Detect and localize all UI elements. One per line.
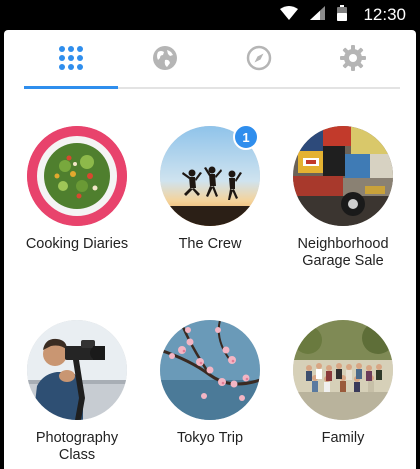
group-label: Photography Class bbox=[35, 430, 119, 463]
wifi-icon bbox=[280, 5, 299, 25]
group-label: Family bbox=[321, 430, 365, 446]
photographer-photo bbox=[27, 320, 127, 420]
group-photography-class[interactable]: Photography Class bbox=[12, 320, 142, 464]
status-time: 12:30 bbox=[363, 5, 406, 24]
tab-settings[interactable] bbox=[306, 30, 400, 90]
group-the-crew[interactable]: 1 The Crew bbox=[145, 124, 275, 253]
status-bar: 12:30 bbox=[0, 0, 420, 30]
group-tokyo-trip[interactable]: Tokyo Trip bbox=[145, 320, 275, 447]
cherry-blossom-photo bbox=[160, 320, 260, 420]
notification-badge: 1 bbox=[233, 124, 259, 150]
family-group-photo bbox=[293, 320, 393, 420]
group-label: Tokyo Trip bbox=[176, 430, 244, 446]
gear-icon bbox=[340, 44, 366, 76]
tab-bar bbox=[24, 30, 400, 90]
tab-discover[interactable] bbox=[118, 30, 212, 90]
group-label: The Crew bbox=[178, 236, 242, 252]
groups-sheet: Cooking Diaries 1 The Crew Neighborhood … bbox=[4, 30, 416, 469]
group-family[interactable]: Family bbox=[278, 320, 408, 447]
group-label: Neighborhood Garage Sale bbox=[297, 236, 389, 269]
cell-signal-icon bbox=[310, 5, 326, 25]
group-neighborhood-garage-sale[interactable]: Neighborhood Garage Sale bbox=[278, 126, 408, 270]
compass-icon bbox=[246, 45, 272, 76]
grid-icon bbox=[58, 45, 84, 76]
garage-sale-photo bbox=[293, 126, 393, 226]
active-tab-indicator bbox=[24, 86, 118, 89]
tab-groups[interactable] bbox=[24, 30, 118, 90]
tab-explore[interactable] bbox=[212, 30, 306, 90]
globe-icon bbox=[152, 45, 178, 76]
group-label: Cooking Diaries bbox=[25, 236, 129, 252]
group-cooking-diaries[interactable]: Cooking Diaries bbox=[12, 126, 142, 253]
salad-bowl-photo bbox=[27, 126, 127, 226]
battery-icon bbox=[337, 4, 348, 26]
